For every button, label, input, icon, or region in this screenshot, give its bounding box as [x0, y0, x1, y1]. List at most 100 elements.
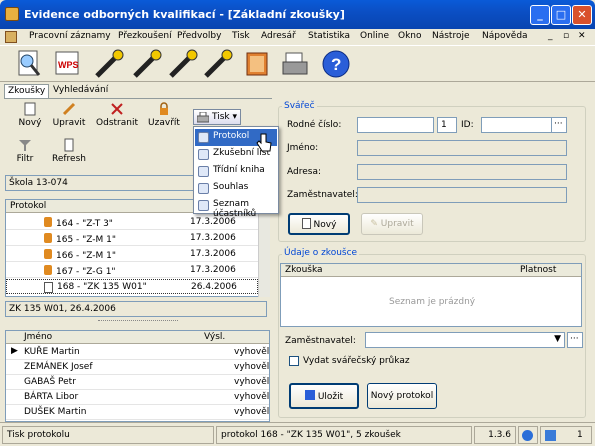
new-document-icon	[301, 218, 311, 229]
participants-grid[interactable]: Jméno Výsl. ▶ KUŘE Martin vyhověl ZEMÁNEK …	[5, 330, 270, 422]
minimize-button[interactable]: _	[530, 5, 550, 25]
menu-pracovni-zaznamy[interactable]: Pracovní záznamy	[29, 31, 111, 41]
status-message: Tisk protokolu	[2, 426, 214, 444]
menu-bar: Pracovní záznamy Přezkoušení Předvolby T…	[0, 29, 595, 46]
upravit-label: Upravit	[52, 118, 86, 128]
upravit-button[interactable]: Upravit	[51, 102, 87, 130]
menu-nastroje[interactable]: Nástroje	[432, 31, 470, 41]
welder-novy-button[interactable]: Nový	[288, 213, 350, 235]
welding-torch-en-icon[interactable]	[202, 48, 234, 80]
tisk-dropdown-button[interactable]: Tisk ▾	[193, 109, 241, 125]
tab-vyhledavani[interactable]: Vyhledávání	[50, 84, 111, 98]
participant-name: KUŘE Martin	[24, 347, 80, 357]
help-icon[interactable]: ?	[320, 48, 352, 80]
status-count: 1	[577, 430, 583, 440]
mdi-restore-icon[interactable]: ▫	[563, 31, 569, 41]
protocol-row[interactable]: 165 - "Z-M 1" 17.3.2006	[6, 231, 258, 246]
splitter[interactable]	[98, 320, 178, 326]
participant-name-header[interactable]: Jméno	[6, 331, 200, 344]
close-button[interactable]: ✕	[572, 5, 592, 25]
participant-result-header[interactable]: Výsl.	[200, 331, 269, 344]
dropdown-item-tridni-kniha[interactable]: Třídní kniha	[195, 163, 277, 180]
report-icon	[198, 132, 209, 143]
novy-button[interactable]: Nový	[16, 102, 44, 130]
exam-grid[interactable]: Zkouška Platnost Seznam je prázdný	[280, 263, 582, 327]
id-label: ID:	[461, 120, 474, 130]
protocol-date: 17.3.2006	[190, 233, 236, 243]
dropdown-item-souhlas[interactable]: Souhlas	[195, 180, 277, 197]
document-icon	[44, 282, 53, 293]
menu-napoveda[interactable]: Nápověda	[482, 31, 528, 41]
sequence-input[interactable]: 1	[437, 117, 457, 133]
document-icon[interactable]	[5, 31, 17, 43]
id-browse-button[interactable]: ···	[551, 117, 567, 133]
report-icon	[198, 166, 209, 177]
ulozit-button[interactable]: Uložit	[289, 383, 359, 409]
status-bar: Tisk protokolu protokol 168 - "ZK 135 W0…	[0, 422, 595, 446]
welder-group-title: Svářeč	[282, 101, 317, 111]
protocol-date: 17.3.2006	[190, 265, 236, 275]
participant-row[interactable]: DUŠEK Martin vyhověl	[6, 405, 269, 420]
exam-zamestnavatel-select[interactable]: ▼	[365, 332, 565, 348]
participant-row[interactable]: BÁRTA Libor vyhověl	[6, 390, 269, 405]
protocol-row[interactable]: 167 - "Z-G 1" 17.3.2006	[6, 263, 258, 278]
tab-zkousky[interactable]: Zkoušky	[4, 84, 50, 98]
svg-text:?: ?	[331, 55, 341, 74]
odstranit-button[interactable]: Odstranit	[96, 102, 138, 130]
book-icon[interactable]	[241, 48, 273, 80]
chevron-down-icon: ▼	[554, 334, 561, 344]
menu-online[interactable]: Online	[360, 31, 389, 41]
tisk-label: Tisk	[212, 112, 230, 122]
adresa-label: Adresa:	[287, 167, 321, 177]
rodne-cislo-input[interactable]	[357, 117, 434, 133]
lock-icon	[44, 265, 52, 275]
vydat-prukaz-label: Vydat svářečský průkaz	[303, 356, 410, 366]
exam-zamestnavatel-browse[interactable]: ···	[567, 332, 583, 348]
participant-row[interactable]: ▶ KUŘE Martin vyhověl	[6, 345, 269, 360]
participant-result: vyhověl	[234, 347, 270, 357]
welding-torch-d-icon[interactable]	[131, 48, 163, 80]
title-bar: Evidence odborných kvalifikací - [Základ…	[0, 0, 595, 29]
filtr-button[interactable]: Filtr	[14, 138, 36, 166]
uzavrit-button[interactable]: Uzavřít	[146, 102, 182, 130]
exam-group-title: Údaje o zkoušce	[282, 248, 360, 258]
refresh-button[interactable]: Refresh	[51, 138, 87, 166]
participant-row[interactable]: GABAŠ Petr vyhověl	[6, 375, 269, 390]
status-protocol: protokol 168 - "ZK 135 W01", 5 zkoušek	[216, 426, 472, 444]
globe-icon	[522, 430, 533, 441]
menu-predvolby[interactable]: Předvolby	[177, 31, 221, 41]
lock-icon	[44, 249, 52, 259]
protocol-name: 166 - "Z-M 1"	[56, 251, 117, 261]
welding-torch-zk-icon[interactable]	[167, 48, 199, 80]
protocol-scrollbar[interactable]	[258, 200, 270, 297]
mdi-minimize-icon[interactable]: _	[548, 31, 553, 41]
welder-upravit-button[interactable]: ✎ Upravit	[361, 213, 423, 235]
right-panel: Svářeč Rodné číslo: 1 ID: ··· Jméno: Adr…	[275, 100, 591, 421]
menu-prezkouseni[interactable]: Přezkoušení	[118, 31, 172, 41]
printer-icon[interactable]	[280, 48, 312, 80]
wps-icon[interactable]: WPS	[52, 48, 84, 80]
protocol-row[interactable]: 166 - "Z-M 1" 17.3.2006	[6, 247, 258, 262]
vydat-prukaz-checkbox[interactable]	[289, 356, 299, 366]
menu-adresar[interactable]: Adresář	[261, 31, 296, 41]
refresh-icon	[64, 138, 74, 152]
menu-tisk[interactable]: Tisk	[232, 31, 250, 41]
protocol-date: 17.3.2006	[190, 249, 236, 259]
status-users: 1	[540, 426, 592, 444]
participant-name: ZEMÁNEK Josef	[24, 362, 93, 372]
mdi-close-icon[interactable]: ✕	[578, 31, 586, 41]
platnost-header[interactable]: Platnost	[516, 264, 581, 277]
dropdown-item-seznam-ucastniku[interactable]: Seznam účastníků	[195, 197, 277, 219]
menu-okno[interactable]: Okno	[398, 31, 422, 41]
zkouska-header[interactable]: Zkouška	[281, 264, 516, 277]
protocol-row-selected[interactable]: 168 - "ZK 135 W01" 26.4.2006	[6, 279, 258, 294]
exam-zamestnavatel-label: Zaměstnavatel:	[285, 336, 356, 346]
search-document-icon[interactable]	[14, 48, 46, 80]
menu-statistika[interactable]: Statistika	[308, 31, 350, 41]
welding-torch-p-icon[interactable]	[93, 48, 125, 80]
novy-protokol-button[interactable]: Nový protokol	[367, 383, 437, 409]
jmeno-label: Jméno:	[287, 143, 319, 153]
participant-row[interactable]: ZEMÁNEK Josef vyhověl	[6, 360, 269, 375]
jmeno-field	[357, 140, 567, 156]
maximize-button[interactable]: □	[551, 5, 571, 25]
